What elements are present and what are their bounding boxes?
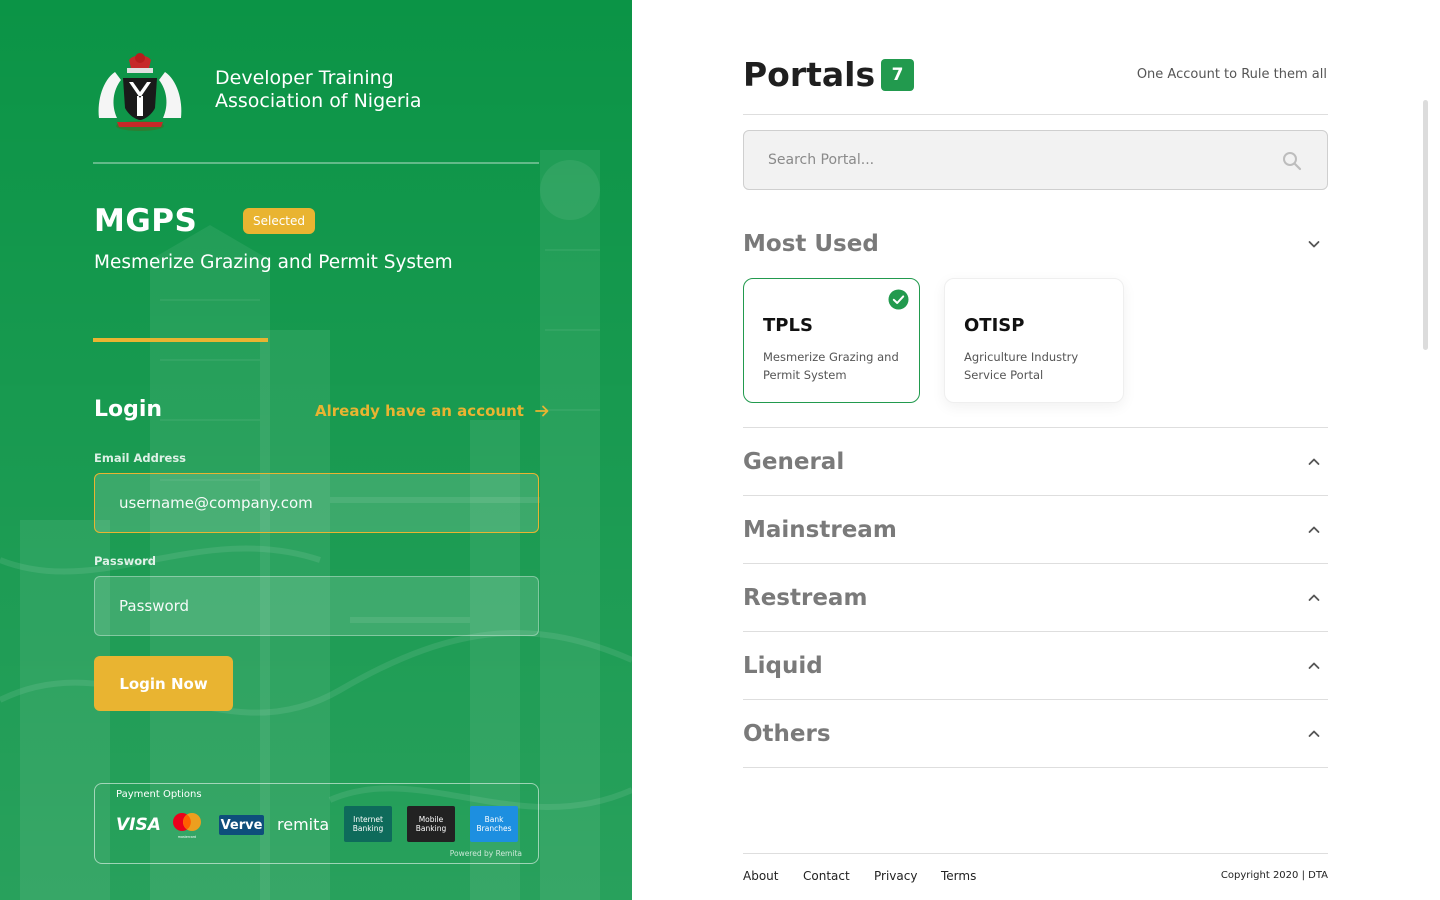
page-title: Portals [743, 55, 876, 94]
system-code: MGPS [94, 203, 198, 239]
search-icon[interactable] [1282, 151, 1302, 171]
scrollbar[interactable] [1423, 100, 1428, 350]
remita-logo: remita [277, 815, 330, 834]
section-others[interactable]: Others [743, 719, 1328, 749]
chevron-up-icon [1308, 662, 1320, 669]
section-title: Restream [743, 585, 868, 611]
chevron-up-icon [1308, 594, 1320, 601]
section-liquid[interactable]: Liquid [743, 651, 1328, 681]
accent-bar [93, 338, 268, 342]
section-general[interactable]: General [743, 447, 1328, 477]
section-most-used[interactable]: Most Used [743, 229, 1328, 259]
login-button[interactable]: Login Now [94, 656, 233, 711]
organization-name-line1: Developer Training [215, 67, 394, 89]
title-divider [743, 114, 1328, 115]
industrial-background-icon [0, 0, 632, 900]
tagline: One Account to Rule them all [1136, 67, 1327, 82]
footer-link-about[interactable]: About [743, 869, 778, 883]
section-title: Most Used [743, 231, 879, 257]
email-label: Email Address [94, 451, 187, 465]
mastercard-logo: mastercard [171, 806, 203, 843]
visa-logo: VISA [116, 814, 161, 835]
selected-badge: Selected [243, 208, 315, 234]
chevron-down-icon [1308, 241, 1320, 248]
mastercard-caption: mastercard [178, 835, 196, 839]
portal-card-tpls[interactable]: TPLS Mesmerize Grazing and Permit System [743, 278, 920, 403]
section-divider [743, 495, 1328, 496]
search-input[interactable] [744, 131, 1327, 189]
mobile-banking-logo: Mobile Banking [407, 806, 455, 842]
verve-logo: Verve [219, 815, 264, 835]
section-restream[interactable]: Restream [743, 583, 1328, 613]
section-divider [743, 427, 1328, 428]
section-divider [743, 699, 1328, 700]
organization-name-line2: Association of Nigeria [215, 90, 422, 112]
section-divider [743, 563, 1328, 564]
section-divider [743, 631, 1328, 632]
footer-link-terms[interactable]: Terms [941, 869, 976, 883]
portal-card-description: Agriculture Industry Service Portal [964, 350, 1079, 382]
portal-card-code: OTISP [964, 315, 1025, 336]
footer-link-privacy[interactable]: Privacy [874, 869, 917, 883]
section-title: Others [743, 721, 831, 747]
copyright: Copyright 2020 | DTA [1220, 870, 1328, 881]
section-title: Mainstream [743, 517, 897, 543]
system-name: Mesmerize Grazing and Permit System [94, 252, 453, 273]
portal-card-description: Mesmerize Grazing and Permit System [763, 350, 899, 382]
organization-name: Developer Training Association of Nigeri… [215, 67, 535, 113]
nigeria-coat-of-arms-icon [98, 53, 182, 131]
chevron-up-icon [1308, 458, 1320, 465]
email-field[interactable] [94, 473, 539, 533]
already-have-account-link[interactable]: Already have an account [315, 402, 550, 420]
powered-by-remita: Powered by Remita [449, 849, 522, 858]
arrow-right-icon [535, 405, 549, 417]
footer-divider [743, 853, 1328, 854]
header-divider [93, 162, 539, 164]
section-divider [743, 767, 1328, 768]
internet-banking-logo: Internet Banking [344, 806, 392, 842]
chevron-up-icon [1308, 730, 1320, 737]
portal-card-code: TPLS [763, 315, 813, 336]
bank-branches-logo: Bank Branches [470, 806, 518, 842]
portal-card-otisp[interactable]: OTISP Agriculture Industry Service Porta… [944, 278, 1124, 403]
mastercard-icon: mastercard [173, 812, 201, 839]
already-have-account-label: Already have an account [315, 402, 524, 420]
chevron-up-icon [1308, 526, 1320, 533]
login-panel: Developer Training Association of Nigeri… [0, 0, 632, 900]
search-box [743, 130, 1328, 190]
check-circle-icon [888, 289, 909, 310]
section-mainstream[interactable]: Mainstream [743, 515, 1328, 545]
section-title: General [743, 449, 845, 475]
footer-link-contact[interactable]: Contact [803, 869, 850, 883]
login-title: Login [94, 397, 163, 422]
password-label: Password [94, 554, 156, 568]
payment-options-title: Payment Options [116, 789, 202, 800]
payment-options-box: Payment Options VISA mastercard Verve re… [94, 783, 539, 864]
portal-count-badge: 7 [881, 59, 914, 91]
password-field[interactable] [94, 576, 539, 636]
section-title: Liquid [743, 653, 823, 679]
